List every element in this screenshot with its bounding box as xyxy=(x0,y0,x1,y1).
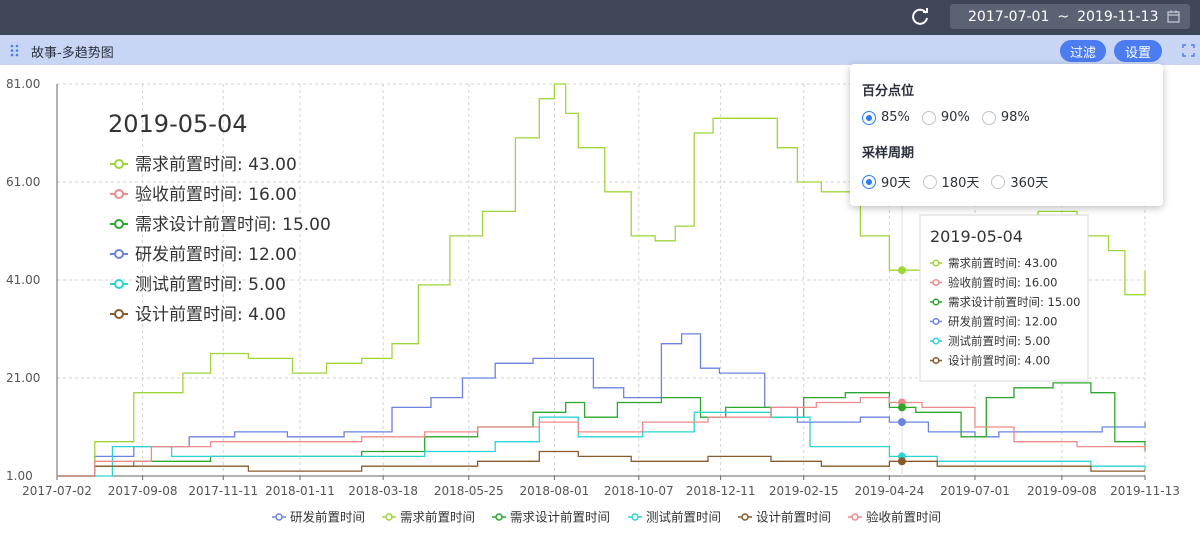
y-tick-label: 41.00 xyxy=(6,273,40,287)
percentile-option-label: 85% xyxy=(881,110,910,125)
x-tick-label: 2017-09-08 xyxy=(108,484,178,498)
drag-handle-icon[interactable] xyxy=(10,44,20,57)
period-radio[interactable] xyxy=(862,174,876,189)
percentile-option-1[interactable]: 90% xyxy=(921,110,970,125)
percentile-option-label: 90% xyxy=(940,110,970,125)
period-option-2[interactable]: 360天 xyxy=(991,172,1048,191)
annotation-item-large: 测试前置时间: 5.00 xyxy=(135,275,286,295)
annotation-swatch-dot xyxy=(114,189,124,199)
period-radio[interactable] xyxy=(922,174,937,189)
percentile-heading: 百分点位 xyxy=(862,84,915,99)
annotation-dot xyxy=(897,266,906,275)
percentile-radio[interactable] xyxy=(862,110,876,125)
annotation-dot xyxy=(897,457,906,466)
legend-swatch-dot xyxy=(631,513,639,521)
x-tick-label: 2019-04-24 xyxy=(854,484,924,498)
legend-swatch-dot xyxy=(385,513,393,521)
tooltip-item: 需求前置时间: 43.00 xyxy=(948,256,1057,270)
annotation-swatch-dot xyxy=(114,249,124,259)
annotation-swatch-dot xyxy=(114,279,124,289)
tooltip-swatch-dot xyxy=(932,337,940,345)
date-range-picker[interactable]: 2017-07-01 ~ 2019-11-13 xyxy=(950,4,1190,29)
tooltip-item: 设计前置时间: 4.00 xyxy=(948,354,1050,368)
annotation-dot xyxy=(897,403,906,412)
period-options: 90天 180天 360天 xyxy=(862,172,1060,191)
percentile-options: 85% 90% 98% xyxy=(862,110,1042,125)
tooltip-swatch-dot xyxy=(932,317,940,326)
period-heading: 采样周期 xyxy=(862,146,915,161)
annotation-swatch-dot xyxy=(114,309,124,319)
annotation-item-large: 验收前置时间: 16.00 xyxy=(135,185,297,205)
panel-header: 故事-多趋势图 过滤 设置 xyxy=(0,35,1200,65)
tooltip-item: 测试前置时间: 5.00 xyxy=(948,334,1050,348)
period-option-label: 180天 xyxy=(941,176,980,191)
tooltip-item: 需求设计前置时间: 15.00 xyxy=(948,295,1080,309)
annotation-item-large: 研发前置时间: 12.00 xyxy=(135,245,297,265)
tooltip-swatch-dot xyxy=(932,298,940,306)
tooltip-swatch-dot xyxy=(932,278,940,287)
x-tick-label: 2018-10-07 xyxy=(604,484,674,498)
legend-item: 验收前置时间 xyxy=(866,510,941,525)
calendar-icon[interactable] xyxy=(1167,10,1180,23)
series-line-需求设计前置时间 xyxy=(57,382,1146,477)
period-option-1[interactable]: 180天 xyxy=(922,172,980,191)
date-separator: ~ xyxy=(1057,8,1070,25)
tooltip-swatch-dot xyxy=(932,259,940,267)
settings-popup: 百分点位 85% 90% 98% 采样周期 90天 180天 360天 xyxy=(850,64,1163,206)
x-tick-label: 2018-01-11 xyxy=(265,484,335,498)
period-radio[interactable] xyxy=(991,174,1006,189)
y-tick-label: 21.00 xyxy=(6,371,40,385)
legend-swatch-dot xyxy=(275,513,283,521)
legend-swatch-dot xyxy=(741,513,749,521)
date-start: 2017-07-01 xyxy=(968,8,1050,25)
annotation-swatch-dot xyxy=(114,159,124,169)
annotation-item-large: 需求设计前置时间: 15.00 xyxy=(135,215,331,235)
legend-item: 设计前置时间 xyxy=(756,510,831,525)
date-end: 2019-11-13 xyxy=(1077,8,1159,25)
tooltip-item: 研发前置时间: 12.00 xyxy=(948,315,1057,329)
legend-swatch-dot xyxy=(495,513,503,521)
panel-title: 故事-多趋势图 xyxy=(31,46,114,61)
series-line-设计前置时间 xyxy=(57,450,1145,477)
x-tick-label: 2017-07-02 xyxy=(22,484,92,498)
filter-button[interactable]: 过滤 xyxy=(1060,40,1106,62)
x-tick-label: 2019-07-01 xyxy=(940,484,1010,498)
period-option-0[interactable]: 90天 xyxy=(862,172,911,191)
y-tick-label: 61.00 xyxy=(6,175,40,189)
annotation-item-large: 设计前置时间: 4.00 xyxy=(135,305,286,325)
legend-item: 需求前置时间 xyxy=(400,510,475,525)
x-tick-label: 2019-09-08 xyxy=(1027,484,1097,498)
y-tick-label: 1.00 xyxy=(6,469,33,483)
annotation-item-large: 需求前置时间: 43.00 xyxy=(135,155,297,175)
percentile-option-0[interactable]: 85% xyxy=(862,110,910,125)
annotation-swatch-dot xyxy=(114,219,124,229)
tooltip-item: 验收前置时间: 16.00 xyxy=(948,276,1057,290)
percentile-radio[interactable] xyxy=(921,110,936,125)
y-tick-label: 81.00 xyxy=(6,77,40,91)
x-tick-label: 2018-12-11 xyxy=(686,484,756,498)
tooltip-swatch-dot xyxy=(932,356,940,365)
x-tick-label: 2018-05-25 xyxy=(434,484,504,498)
annotation-dot xyxy=(897,418,906,427)
period-option-label: 90天 xyxy=(881,176,911,191)
percentile-radio[interactable] xyxy=(981,110,996,125)
x-tick-label: 2019-02-15 xyxy=(769,484,839,498)
annotation-date-large: 2019-05-04 xyxy=(108,110,247,138)
tooltip-date: 2019-05-04 xyxy=(930,227,1023,246)
x-tick-label: 2018-08-01 xyxy=(520,484,590,498)
legend-swatch-dot xyxy=(851,513,859,521)
legend-item: 研发前置时间 xyxy=(290,510,365,525)
fullscreen-icon[interactable] xyxy=(1182,44,1195,57)
x-tick-label: 2017-11-11 xyxy=(188,484,258,498)
x-tick-label: 2019-11-13 xyxy=(1110,484,1180,498)
percentile-option-2[interactable]: 98% xyxy=(981,110,1030,125)
period-option-label: 360天 xyxy=(1010,176,1049,191)
legend-item: 测试前置时间 xyxy=(646,510,721,525)
refresh-icon[interactable] xyxy=(908,5,932,29)
legend-item: 需求设计前置时间 xyxy=(510,510,610,525)
percentile-option-label: 98% xyxy=(1000,110,1030,125)
x-tick-label: 2018-03-18 xyxy=(348,484,418,498)
top-bar: 2017-07-01 ~ 2019-11-13 xyxy=(0,0,1200,35)
settings-button[interactable]: 设置 xyxy=(1114,40,1162,62)
